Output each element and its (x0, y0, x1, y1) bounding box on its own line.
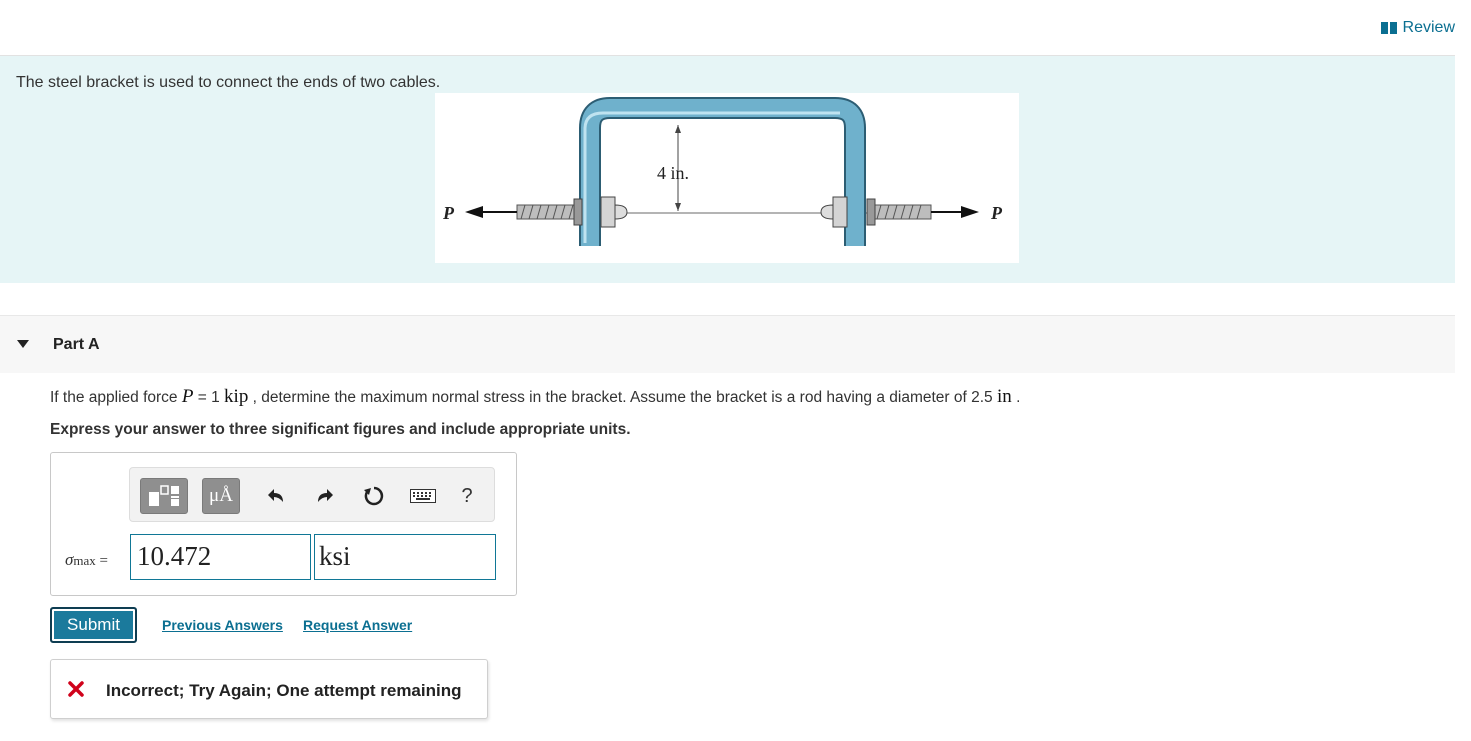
incorrect-x-icon (68, 681, 84, 697)
answer-label: σmax = (65, 550, 108, 570)
force-variable: P (181, 386, 194, 407)
math-toolbar: μÅ ? (129, 467, 495, 522)
question-text-pre: If the applied force (50, 389, 182, 406)
bracket-body (581, 99, 864, 246)
book-icon (1380, 22, 1397, 34)
bracket-outline (579, 97, 866, 246)
question-text-end: . (1011, 389, 1021, 406)
question-text-mid: , determine the maximum normal stress in… (248, 389, 997, 406)
right-nut-inner (832, 196, 848, 228)
part-a-header[interactable]: Part A (0, 315, 1455, 373)
answer-box: μÅ ? σmax = 10.472 ksi (50, 452, 517, 596)
right-force-arrowhead (961, 206, 979, 218)
dimension-arrow-top (675, 125, 681, 133)
units-button[interactable]: μÅ (202, 478, 240, 514)
right-rod-end (820, 204, 834, 220)
left-force-label: P (442, 203, 455, 223)
review-link[interactable]: Review (1380, 19, 1455, 37)
answer-instruction: Express your answer to three significant… (50, 421, 631, 438)
dimension-arrow-bottom (675, 203, 681, 211)
templates-icon (149, 485, 179, 506)
templates-button[interactable] (140, 478, 188, 514)
question-text: If the applied force P = 1 kip , determi… (50, 386, 1020, 408)
left-rod-end (614, 204, 628, 220)
previous-answers-link[interactable]: Previous Answers (162, 617, 283, 633)
submit-button[interactable]: Submit (50, 607, 137, 643)
reset-icon[interactable] (360, 482, 388, 510)
left-nut-outer (573, 198, 583, 226)
help-icon[interactable]: ? (453, 482, 481, 510)
review-label: Review (1402, 19, 1455, 36)
right-force-label: P (990, 203, 1003, 223)
answer-value-input[interactable]: 10.472 (130, 534, 311, 580)
feedback-box: Incorrect; Try Again; One attempt remain… (50, 659, 488, 719)
answer-unit-input[interactable]: ksi (314, 534, 496, 580)
dimension-label: 4 in. (657, 163, 689, 183)
left-force-arrowhead (465, 206, 483, 218)
diameter-unit: in (996, 386, 1012, 407)
collapse-caret-icon[interactable] (17, 340, 29, 348)
undo-icon[interactable] (263, 482, 291, 510)
sigma-subscript: max (73, 553, 96, 568)
force-unit: kip (224, 386, 249, 407)
keyboard-icon[interactable] (408, 482, 438, 510)
top-bar: Review (0, 0, 1455, 56)
request-answer-link[interactable]: Request Answer (303, 617, 412, 633)
bracket-figure: 4 in. P P (435, 93, 1019, 263)
feedback-message: Incorrect; Try Again; One attempt remain… (106, 681, 462, 700)
bracket-highlight (583, 111, 840, 243)
answer-label-equals: = (95, 553, 108, 569)
intro-text: The steel bracket is used to connect the… (16, 74, 441, 91)
force-equals: = 1 (193, 389, 225, 406)
part-title: Part A (53, 336, 100, 353)
right-nut-outer (866, 198, 876, 226)
left-nut-inner (600, 196, 616, 228)
redo-icon[interactable] (310, 482, 338, 510)
bracket-diagram: 4 in. P P (442, 97, 1003, 246)
problem-intro: The steel bracket is used to connect the… (0, 56, 1455, 283)
